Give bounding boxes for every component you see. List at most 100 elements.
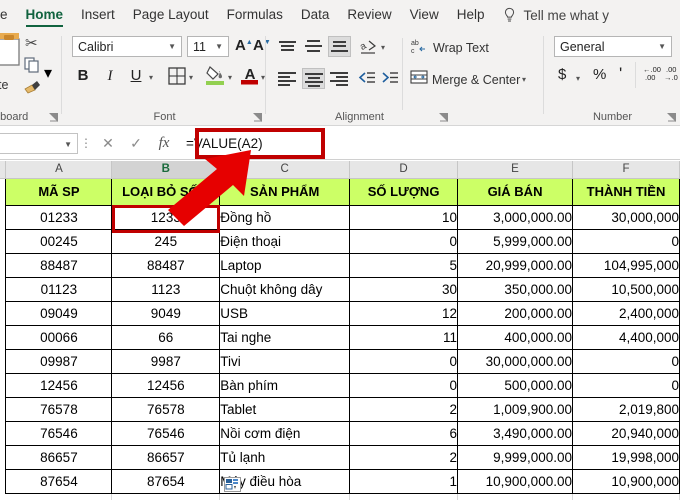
cell-f[interactable]: 0 bbox=[571, 348, 680, 374]
table-row[interactable]: 87654 87654 Máy điều hòa 1 10,900,000.00… bbox=[0, 468, 680, 494]
column-header-d[interactable]: D bbox=[349, 161, 459, 179]
percent-button[interactable]: % bbox=[593, 66, 606, 83]
cell-c[interactable]: Điện thoại bbox=[219, 228, 351, 254]
empty-cell[interactable] bbox=[111, 493, 221, 500]
merge-center-icon[interactable] bbox=[410, 69, 428, 85]
font-name-chevron-down-icon[interactable]: ▼ bbox=[168, 42, 176, 51]
text-orientation-icon[interactable]: a bbox=[359, 37, 377, 55]
align-bottom-button[interactable] bbox=[328, 36, 351, 57]
table-row[interactable]: 86657 86657 Tủ lạnh 2 9,999,000.00 19,99… bbox=[0, 444, 680, 470]
cell-b[interactable]: 76546 bbox=[111, 420, 221, 446]
borders-chevron-down-icon[interactable]: ▾ bbox=[189, 73, 193, 82]
fill-color-chevron-down-icon[interactable]: ▾ bbox=[228, 73, 232, 82]
number-format-select[interactable]: General ▼ bbox=[554, 36, 672, 57]
cell-d[interactable]: 2 bbox=[349, 444, 459, 470]
cell-d[interactable]: 6 bbox=[349, 420, 459, 446]
cell-f[interactable]: 0 bbox=[571, 372, 680, 398]
format-painter-icon[interactable] bbox=[24, 80, 41, 95]
cell-b[interactable]: 9049 bbox=[111, 300, 221, 326]
underline-chevron-down-icon[interactable]: ▾ bbox=[149, 73, 153, 82]
column-header-b[interactable]: B bbox=[111, 161, 221, 179]
table-row[interactable]: 00066 66 Tai nghe 11 400,000.00 4,400,00… bbox=[0, 324, 680, 350]
cell-e[interactable]: 3,490,000.00 bbox=[457, 420, 573, 446]
number-format-chevron-down-icon[interactable]: ▼ bbox=[658, 42, 666, 51]
cell-f[interactable]: 20,940,000 bbox=[571, 420, 680, 446]
cell-f[interactable]: 104,995,000 bbox=[571, 252, 680, 278]
cell-f[interactable]: 10,900,000 bbox=[571, 468, 680, 494]
alignment-dialog-launcher-icon[interactable] bbox=[439, 113, 448, 122]
fx-insert-function-icon[interactable]: fx bbox=[150, 135, 178, 152]
cell-b[interactable]: 245 bbox=[111, 228, 221, 254]
italic-button[interactable]: I bbox=[99, 65, 121, 87]
wrap-text-icon[interactable]: ab c bbox=[411, 37, 428, 54]
tab-help[interactable]: Help bbox=[448, 0, 494, 30]
cell-c[interactable]: Đồng hồ bbox=[219, 204, 351, 230]
tab-insert[interactable]: Insert bbox=[72, 0, 124, 30]
table-row[interactable]: 12456 12456 Bàn phím 0 500,000.00 0 bbox=[0, 372, 680, 398]
increase-font-size-button[interactable]: A▲ bbox=[235, 37, 253, 54]
header-gia-ban[interactable]: GIÁ BÁN bbox=[457, 177, 573, 206]
cell-c[interactable]: Bàn phím bbox=[219, 372, 351, 398]
font-size-chevron-down-icon[interactable]: ▼ bbox=[215, 42, 223, 51]
cell-f[interactable]: 0 bbox=[571, 228, 680, 254]
cell-a[interactable]: 88487 bbox=[5, 252, 113, 278]
cell-e[interactable]: 5,999,000.00 bbox=[457, 228, 573, 254]
formula-input[interactable]: =VALUE(A2) bbox=[178, 132, 680, 154]
cell-b[interactable]: 9987 bbox=[111, 348, 221, 374]
cell-e[interactable]: 500,000.00 bbox=[457, 372, 573, 398]
cell-a[interactable]: 87654 bbox=[5, 468, 113, 494]
confirm-check-icon[interactable]: ✓ bbox=[122, 135, 150, 152]
empty-cell[interactable] bbox=[349, 493, 459, 500]
paste-button-label[interactable]: te bbox=[0, 78, 8, 92]
cell-e[interactable]: 350,000.00 bbox=[457, 276, 573, 302]
column-header-a[interactable]: A bbox=[5, 161, 113, 179]
cell-d[interactable]: 1 bbox=[349, 468, 459, 494]
cell-e[interactable]: 400,000.00 bbox=[457, 324, 573, 350]
merge-center-chevron-down-icon[interactable]: ▾ bbox=[522, 75, 526, 84]
bold-button[interactable]: B bbox=[72, 65, 94, 87]
cell-b[interactable]: 1233 bbox=[111, 204, 221, 230]
cell-d[interactable]: 0 bbox=[349, 228, 459, 254]
cell-f[interactable]: 30,000,000 bbox=[571, 204, 680, 230]
cell-a[interactable]: 01123 bbox=[5, 276, 113, 302]
cancel-x-icon[interactable]: ✕ bbox=[94, 135, 122, 152]
table-row[interactable]: 09049 9049 USB 12 200,000.00 2,400,000 bbox=[0, 300, 680, 326]
tab-review[interactable]: Review bbox=[338, 0, 400, 30]
cell-c[interactable]: Tablet bbox=[219, 396, 351, 422]
cell-f[interactable]: 2,019,800 bbox=[571, 396, 680, 422]
table-row[interactable]: 09987 9987 Tivi 0 30,000,000.00 0 bbox=[0, 348, 680, 374]
cell-d[interactable]: 12 bbox=[349, 300, 459, 326]
cell-d[interactable]: 5 bbox=[349, 252, 459, 278]
table-row[interactable]: 88487 88487 Laptop 5 20,999,000.00 104,9… bbox=[0, 252, 680, 278]
cell-a[interactable]: 09987 bbox=[5, 348, 113, 374]
header-san-pham[interactable]: SẢN PHẨM bbox=[219, 177, 351, 206]
cell-d[interactable]: 11 bbox=[349, 324, 459, 350]
column-header-e[interactable]: E bbox=[457, 161, 573, 179]
cell-a[interactable]: 09049 bbox=[5, 300, 113, 326]
wrap-text-label[interactable]: Wrap Text bbox=[433, 41, 489, 55]
cell-f[interactable]: 4,400,000 bbox=[571, 324, 680, 350]
cell-d[interactable]: 10 bbox=[349, 204, 459, 230]
header-so-luong[interactable]: SỐ LƯỢNG bbox=[349, 177, 459, 206]
empty-cell[interactable] bbox=[5, 493, 113, 500]
paste-options-icon[interactable] bbox=[224, 477, 241, 492]
cell-b[interactable]: 76578 bbox=[111, 396, 221, 422]
merge-center-label[interactable]: Merge & Center bbox=[432, 73, 520, 87]
font-color-icon[interactable]: A bbox=[241, 64, 259, 85]
cell-a[interactable]: 76578 bbox=[5, 396, 113, 422]
tab-file[interactable]: le bbox=[0, 0, 17, 30]
cell-a[interactable]: 00245 bbox=[5, 228, 113, 254]
cell-d[interactable]: 0 bbox=[349, 348, 459, 374]
formula-bar-drag-handle[interactable]: ⋮ bbox=[78, 136, 94, 150]
cell-a[interactable]: 12456 bbox=[5, 372, 113, 398]
comma-style-button[interactable]: ' bbox=[619, 64, 622, 84]
table-row[interactable]: 00245 245 Điện thoại 0 5,999,000.00 0 bbox=[0, 228, 680, 254]
cell-e[interactable]: 200,000.00 bbox=[457, 300, 573, 326]
cell-b[interactable]: 86657 bbox=[111, 444, 221, 470]
name-box[interactable]: ▼ bbox=[0, 132, 78, 154]
empty-cell[interactable] bbox=[457, 493, 573, 500]
cell-a[interactable]: 76546 bbox=[5, 420, 113, 446]
column-header-c[interactable]: C bbox=[219, 161, 351, 179]
table-row[interactable]: 01123 1123 Chuột không dây 30 350,000.00… bbox=[0, 276, 680, 302]
table-row[interactable]: 76546 76546 Nồi cơm điện 6 3,490,000.00 … bbox=[0, 420, 680, 446]
